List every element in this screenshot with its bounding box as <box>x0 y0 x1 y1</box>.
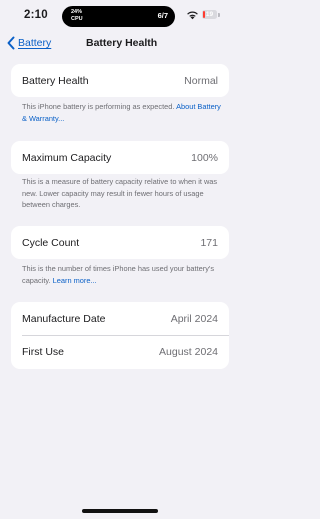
island-count: 6/7 <box>157 11 168 20</box>
first-use-label: First Use <box>22 346 64 359</box>
cpu-indicator: 24% CPU <box>71 9 83 22</box>
battery-health-label: Battery Health <box>22 74 89 87</box>
cycle-count-footer: This is the number of times iPhone has u… <box>22 263 222 286</box>
dates-card: Manufacture Date April 2024 First Use Au… <box>11 302 229 369</box>
nav-bar: Battery Battery Health <box>0 33 240 55</box>
battery-health-row: Battery Health Normal <box>11 64 229 97</box>
cycle-count-value: 171 <box>200 236 218 249</box>
battery-health-card: Battery Health Normal <box>11 64 229 97</box>
cpu-percent: 24% <box>71 9 83 15</box>
first-use-row: First Use August 2024 <box>11 336 229 369</box>
battery-icon: 19 <box>202 10 217 19</box>
battery-health-footer: This iPhone battery is performing as exp… <box>22 101 222 124</box>
cycle-count-row: Cycle Count 171 <box>11 226 229 259</box>
home-indicator[interactable] <box>82 509 158 513</box>
dynamic-island[interactable]: 24% CPU 6/7 <box>62 6 175 27</box>
battery-tip <box>218 13 220 17</box>
first-use-value: August 2024 <box>159 346 218 359</box>
cpu-label: CPU <box>71 15 83 22</box>
manufacture-date-row: Manufacture Date April 2024 <box>11 302 229 335</box>
manufacture-date-label: Manufacture Date <box>22 312 106 325</box>
battery-health-footer-text: This iPhone battery is performing as exp… <box>22 102 177 111</box>
chevron-left-icon <box>7 36 15 50</box>
battery-health-value: Normal <box>184 74 218 87</box>
status-time: 2:10 <box>24 9 48 21</box>
manufacture-date-value: April 2024 <box>170 312 218 325</box>
cycle-count-footer-text: This is the number of times iPhone has u… <box>22 264 215 285</box>
maximum-capacity-label: Maximum Capacity <box>22 151 112 164</box>
back-button[interactable]: Battery <box>6 33 51 53</box>
learn-more-link[interactable]: Learn more... <box>53 276 97 285</box>
maximum-capacity-card: Maximum Capacity 100% <box>11 141 229 174</box>
status-bar: 2:10 24% CPU 6/7 19 <box>0 0 240 34</box>
maximum-capacity-value: 100% <box>191 151 218 164</box>
back-label: Battery <box>18 37 52 49</box>
cycle-count-card: Cycle Count 171 <box>11 226 229 259</box>
battery-level: 19 <box>205 11 214 18</box>
maximum-capacity-footer: This is a measure of battery capacity re… <box>22 177 218 209</box>
maximum-capacity-row: Maximum Capacity 100% <box>11 141 229 174</box>
wifi-icon <box>187 11 198 20</box>
cycle-count-label: Cycle Count <box>22 236 80 249</box>
page-title: Battery Health <box>86 37 158 49</box>
